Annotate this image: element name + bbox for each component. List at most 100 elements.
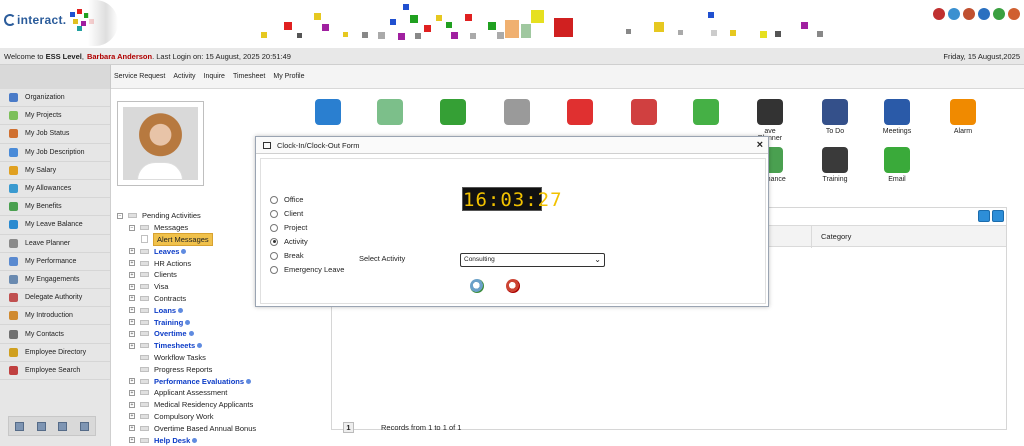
collapse-icon[interactable]: − bbox=[129, 224, 135, 231]
radio-button[interactable] bbox=[270, 237, 278, 246]
expand-icon[interactable]: + bbox=[129, 307, 135, 314]
save-icon[interactable] bbox=[948, 8, 960, 20]
expand-icon[interactable]: + bbox=[129, 248, 135, 255]
radio-button[interactable] bbox=[270, 195, 278, 204]
clock-in-button[interactable] bbox=[470, 279, 484, 293]
expand-icon[interactable]: + bbox=[129, 283, 135, 290]
expand-icon[interactable]: + bbox=[129, 342, 135, 349]
tree-node[interactable]: + Timesheets bbox=[117, 340, 329, 352]
tree-node-label[interactable]: Progress Reports bbox=[154, 365, 212, 374]
radio-emergency-leave[interactable]: Emergency Leave bbox=[270, 265, 344, 274]
menu-service-request[interactable]: Service Request bbox=[114, 73, 165, 80]
tree-node[interactable]: + Training bbox=[117, 316, 329, 328]
tree-node[interactable]: + Overtime bbox=[117, 328, 329, 340]
tree-node[interactable]: Workflow Tasks bbox=[117, 352, 329, 364]
sidebar-item-my-performance[interactable]: My Performance bbox=[0, 253, 110, 271]
sidebar-item-my-projects[interactable]: My Projects bbox=[0, 107, 110, 126]
radio-break[interactable]: Break bbox=[270, 251, 304, 260]
quick-icon-10[interactable]: Alarm bbox=[945, 99, 981, 135]
sidebar-item-leave-planner[interactable]: Leave Planner bbox=[0, 235, 110, 253]
quick-icon-4[interactable] bbox=[562, 99, 598, 128]
sidebar-item-my-salary[interactable]: My Salary bbox=[0, 162, 110, 180]
sidebar-item-my-allowances[interactable]: My Allowances bbox=[0, 180, 110, 199]
sidebar-item-employee-directory[interactable]: Employee Directory bbox=[0, 344, 110, 362]
tool-4-icon[interactable] bbox=[79, 421, 89, 431]
tree-node-label[interactable]: Leaves bbox=[154, 247, 179, 256]
clock-out-button[interactable] bbox=[506, 279, 520, 293]
expand-icon[interactable]: + bbox=[129, 260, 135, 267]
sidebar-item-my-engagements[interactable]: My Engagements bbox=[0, 271, 110, 290]
tree-node-label[interactable]: Alert Messages bbox=[153, 233, 213, 246]
home-icon[interactable] bbox=[933, 8, 945, 20]
tree-node-label[interactable]: Medical Residency Applicants bbox=[154, 400, 253, 409]
expand-icon[interactable]: + bbox=[129, 271, 135, 278]
radio-project[interactable]: Project bbox=[270, 223, 307, 232]
radio-office[interactable]: Office bbox=[270, 195, 303, 204]
tree-node-label[interactable]: Messages bbox=[154, 223, 188, 232]
close-icon[interactable]: × bbox=[757, 139, 763, 151]
help-icon[interactable] bbox=[993, 8, 1005, 20]
radio-client[interactable]: Client bbox=[270, 209, 303, 218]
logo[interactable]: interact. bbox=[4, 8, 96, 32]
tree-node[interactable]: Progress Reports bbox=[117, 363, 329, 375]
tree-node-label[interactable]: Workflow Tasks bbox=[154, 353, 206, 362]
tree-node-label[interactable]: Visa bbox=[154, 282, 168, 291]
tree-node-label[interactable]: Training bbox=[154, 318, 183, 327]
radio-button[interactable] bbox=[270, 223, 278, 232]
user-icon[interactable] bbox=[963, 8, 975, 20]
tree-node[interactable]: + Medical Residency Applicants bbox=[117, 399, 329, 411]
menu-my-profile[interactable]: My Profile bbox=[273, 73, 304, 80]
page-button[interactable]: 1 bbox=[343, 422, 354, 433]
expand-icon[interactable]: + bbox=[129, 401, 135, 408]
radio-button[interactable] bbox=[270, 265, 278, 274]
tree-node-label[interactable]: Performance Evaluations bbox=[154, 377, 244, 386]
tree-node-label[interactable]: Overtime Based Annual Bonus bbox=[154, 424, 256, 433]
tree-node-label[interactable]: Overtime bbox=[154, 329, 187, 338]
sidebar-item-my-job-description[interactable]: My Job Description bbox=[0, 144, 110, 162]
sidebar-item-my-introduction[interactable]: My Introduction bbox=[0, 307, 110, 326]
tool-2-icon[interactable] bbox=[36, 421, 46, 431]
sidebar-item-my-benefits[interactable]: My Benefits bbox=[0, 198, 110, 217]
radio-button[interactable] bbox=[270, 209, 278, 218]
tool-3-icon[interactable] bbox=[58, 421, 68, 431]
expand-icon[interactable]: + bbox=[129, 295, 135, 302]
column-category[interactable]: Category bbox=[811, 226, 851, 248]
sidebar-item-my-leave-balance[interactable]: My Leave Balance bbox=[0, 216, 110, 235]
radio-activity[interactable]: Activity bbox=[270, 237, 308, 246]
quick-icon-5[interactable] bbox=[626, 99, 662, 128]
quick-icon-2[interactable] bbox=[435, 99, 471, 128]
menu-timesheet[interactable]: Timesheet bbox=[233, 73, 265, 80]
quick-icon-3[interactable] bbox=[499, 99, 535, 128]
tree-node-label[interactable]: Help Desk bbox=[154, 436, 190, 445]
quick-icon-0[interactable] bbox=[310, 99, 346, 128]
menu-activity[interactable]: Activity bbox=[173, 73, 195, 80]
tree-node-label[interactable]: Pending Activities bbox=[142, 211, 201, 220]
tree-node-label[interactable]: HR Actions bbox=[154, 259, 191, 268]
expand-icon[interactable]: + bbox=[129, 319, 135, 326]
tree-node-label[interactable]: Timesheets bbox=[154, 341, 195, 350]
tool-1-icon[interactable] bbox=[15, 421, 25, 431]
tree-node-label[interactable]: Clients bbox=[154, 270, 177, 279]
sidebar-item-organization[interactable]: Organization bbox=[0, 89, 110, 108]
radio-button[interactable] bbox=[270, 251, 278, 260]
tree-node-label[interactable]: Compulsory Work bbox=[154, 412, 213, 421]
arrow-up-icon[interactable] bbox=[992, 210, 1004, 222]
arrow-down-icon[interactable] bbox=[978, 210, 990, 222]
quick-icon-8[interactable]: To Do bbox=[817, 99, 853, 135]
tree-node[interactable]: + Help Desk bbox=[117, 434, 329, 446]
sidebar-item-employee-search[interactable]: Employee Search bbox=[0, 362, 110, 380]
quick-icon-9[interactable]: Meetings bbox=[879, 99, 915, 135]
expand-icon[interactable]: + bbox=[129, 425, 135, 432]
expand-icon[interactable]: + bbox=[129, 389, 135, 396]
activity-select[interactable]: Consulting ⌄ bbox=[460, 253, 605, 267]
expand-icon[interactable]: + bbox=[129, 437, 135, 444]
sidebar-item-delegate-authority[interactable]: Delegate Authority bbox=[0, 289, 110, 308]
expand-icon[interactable]: + bbox=[129, 330, 135, 337]
logout-icon[interactable] bbox=[1008, 8, 1020, 20]
expand-icon[interactable]: + bbox=[129, 413, 135, 420]
quick-icon-6[interactable] bbox=[688, 99, 724, 128]
quick-icon-13[interactable]: Email bbox=[879, 147, 915, 183]
menu-inquire[interactable]: Inquire bbox=[204, 73, 225, 80]
tree-node[interactable]: + Compulsory Work bbox=[117, 411, 329, 423]
tree-node[interactable]: + Overtime Based Annual Bonus bbox=[117, 422, 329, 434]
